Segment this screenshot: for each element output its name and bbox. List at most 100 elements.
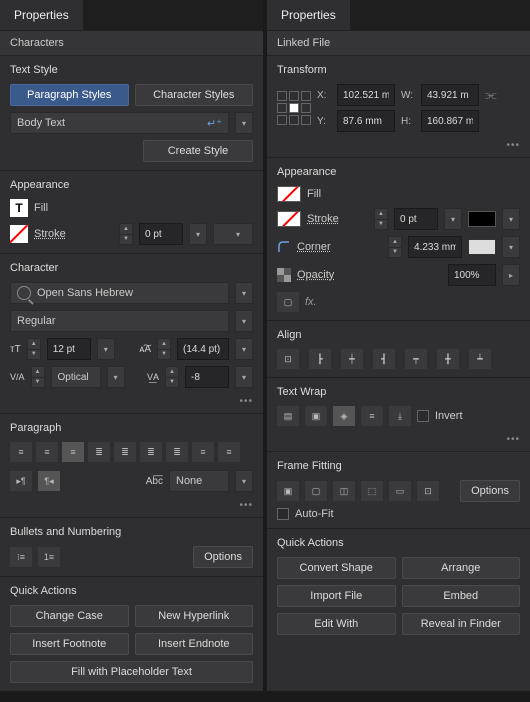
numbered-list-button[interactable]: 1≡ bbox=[38, 547, 60, 567]
leading-dropdown[interactable]: ▾ bbox=[235, 338, 253, 360]
font-family-select[interactable]: Open Sans Hebrew bbox=[10, 282, 229, 304]
create-style-button[interactable]: Create Style bbox=[143, 140, 253, 162]
align-toward-spine-button[interactable]: ≡ bbox=[192, 442, 214, 462]
align-bounds-icon[interactable]: ⊡ bbox=[277, 349, 299, 369]
more-icon[interactable]: ••• bbox=[267, 434, 530, 451]
autofit-checkbox[interactable] bbox=[277, 508, 289, 520]
kerning-dropdown[interactable]: ▾ bbox=[107, 366, 125, 388]
stroke-label[interactable]: Stroke bbox=[34, 228, 66, 240]
wrap-shape-button[interactable]: ◈ bbox=[333, 406, 355, 426]
corner-size-input[interactable] bbox=[408, 236, 462, 258]
opacity-input[interactable] bbox=[448, 264, 496, 286]
align-bottom-button[interactable]: ┷ bbox=[469, 349, 491, 369]
change-case-button[interactable]: Change Case bbox=[10, 605, 129, 627]
leading-stepper[interactable]: ▲▼ bbox=[157, 338, 171, 360]
corner-shape-dropdown[interactable]: ▾ bbox=[502, 236, 520, 258]
font-weight-dropdown[interactable]: ▾ bbox=[235, 310, 253, 332]
align-away-spine-button[interactable]: ≡ bbox=[218, 442, 240, 462]
w-input[interactable] bbox=[421, 84, 479, 106]
wrap-next-button[interactable]: ⤓ bbox=[389, 406, 411, 426]
tracking-stepper[interactable]: ▲▼ bbox=[165, 366, 179, 388]
corner-stepper[interactable]: ▲▼ bbox=[388, 236, 402, 258]
fit-frame-button[interactable]: ⬚ bbox=[361, 481, 383, 501]
stroke-weight-dropdown[interactable]: ▾ bbox=[189, 223, 207, 245]
embed-button[interactable]: Embed bbox=[402, 585, 521, 607]
kerning-stepper[interactable]: ▲▼ bbox=[31, 366, 45, 388]
fx-icon[interactable]: fx. bbox=[305, 296, 317, 308]
fill-placeholder-button[interactable]: Fill with Placeholder Text bbox=[10, 661, 253, 683]
font-size-stepper[interactable]: ▲▼ bbox=[27, 338, 41, 360]
align-hcenter-button[interactable]: ┿ bbox=[341, 349, 363, 369]
h-input[interactable] bbox=[421, 110, 479, 132]
content-aware-button[interactable]: ◫ bbox=[333, 481, 355, 501]
frame-fitting-options-button[interactable]: Options bbox=[460, 480, 520, 502]
opacity-label[interactable]: Opacity bbox=[297, 269, 334, 281]
tab-properties[interactable]: Properties bbox=[0, 0, 84, 30]
import-file-button[interactable]: Import File bbox=[277, 585, 396, 607]
align-top-button[interactable]: ┯ bbox=[405, 349, 427, 369]
y-input[interactable] bbox=[337, 110, 395, 132]
font-size-dropdown[interactable]: ▾ bbox=[97, 338, 115, 360]
align-left-button[interactable]: ≡ bbox=[10, 442, 32, 462]
justify-all-button[interactable]: ≣ bbox=[166, 442, 188, 462]
x-input[interactable] bbox=[337, 84, 395, 106]
align-left-button[interactable]: ┣ bbox=[309, 349, 331, 369]
align-right-button[interactable]: ≡ bbox=[62, 442, 84, 462]
more-icon[interactable]: ••• bbox=[267, 140, 530, 157]
stroke-swatch-icon[interactable] bbox=[10, 225, 28, 243]
text-frame-options-icon[interactable]: ▢ bbox=[277, 292, 299, 312]
paragraph-styles-button[interactable]: Paragraph Styles bbox=[10, 84, 129, 106]
edit-with-button[interactable]: Edit With bbox=[277, 613, 396, 635]
font-family-dropdown[interactable]: ▾ bbox=[235, 282, 253, 304]
convert-shape-button[interactable]: Convert Shape bbox=[277, 557, 396, 579]
wrap-bounding-button[interactable]: ▣ bbox=[305, 406, 327, 426]
corner-label[interactable]: Corner bbox=[297, 241, 331, 253]
tab-properties[interactable]: Properties bbox=[267, 0, 351, 30]
leading-input[interactable] bbox=[177, 338, 229, 360]
stroke-label[interactable]: Stroke bbox=[307, 213, 339, 225]
bulleted-list-button[interactable]: ⁝≡ bbox=[10, 547, 32, 567]
wrap-none-button[interactable]: ▤ bbox=[277, 406, 299, 426]
align-center-button[interactable]: ≡ bbox=[36, 442, 58, 462]
style-select[interactable]: Body Text ↵⁺ bbox=[10, 112, 229, 134]
character-styles-button[interactable]: Character Styles bbox=[135, 84, 254, 106]
stroke-style-dropdown[interactable]: ▾ bbox=[502, 208, 520, 230]
ltr-button[interactable]: ▸¶ bbox=[10, 471, 32, 491]
font-weight-select[interactable]: Regular bbox=[10, 310, 229, 332]
center-content-button[interactable]: ⊡ bbox=[417, 481, 439, 501]
justify-left-button[interactable]: ≣ bbox=[88, 442, 110, 462]
hyphenation-dropdown[interactable]: ▾ bbox=[235, 470, 253, 492]
stroke-stepper[interactable]: ▲▼ bbox=[374, 208, 388, 230]
constrain-icon[interactable]: ⫘ bbox=[485, 87, 497, 103]
tracking-dropdown[interactable]: ▾ bbox=[235, 366, 253, 388]
fit-content-button[interactable]: ▭ bbox=[389, 481, 411, 501]
font-size-input[interactable] bbox=[47, 338, 91, 360]
fill-swatch[interactable] bbox=[277, 186, 301, 202]
justify-right-button[interactable]: ≣ bbox=[140, 442, 162, 462]
stroke-weight-input[interactable] bbox=[394, 208, 438, 230]
fill-swatch-icon[interactable]: T bbox=[10, 199, 28, 217]
bullets-options-button[interactable]: Options bbox=[193, 546, 253, 568]
more-icon[interactable]: ••• bbox=[0, 396, 263, 413]
opacity-slider-toggle[interactable]: ▸ bbox=[502, 264, 520, 286]
tracking-input[interactable] bbox=[185, 366, 229, 388]
reference-point-grid[interactable] bbox=[277, 91, 311, 125]
stroke-style-select[interactable]: ▾ bbox=[213, 223, 253, 245]
stroke-swatch[interactable] bbox=[277, 211, 301, 227]
align-vcenter-button[interactable]: ╋ bbox=[437, 349, 459, 369]
corner-shape-swatch[interactable] bbox=[468, 239, 496, 255]
fit-prop-button[interactable]: ▢ bbox=[305, 481, 327, 501]
invert-checkbox[interactable] bbox=[417, 410, 429, 422]
hyphenation-select[interactable]: None bbox=[169, 470, 229, 492]
insert-endnote-button[interactable]: Insert Endnote bbox=[135, 633, 254, 655]
justify-center-button[interactable]: ≣ bbox=[114, 442, 136, 462]
new-hyperlink-button[interactable]: New Hyperlink bbox=[135, 605, 254, 627]
align-right-button[interactable]: ┫ bbox=[373, 349, 395, 369]
more-icon[interactable]: ••• bbox=[0, 500, 263, 517]
stroke-style-swatch[interactable] bbox=[468, 211, 496, 227]
style-dropdown[interactable]: ▾ bbox=[235, 112, 253, 134]
arrange-button[interactable]: Arrange bbox=[402, 557, 521, 579]
kerning-select[interactable]: Optical bbox=[51, 366, 101, 388]
insert-footnote-button[interactable]: Insert Footnote bbox=[10, 633, 129, 655]
fill-frame-button[interactable]: ▣ bbox=[277, 481, 299, 501]
